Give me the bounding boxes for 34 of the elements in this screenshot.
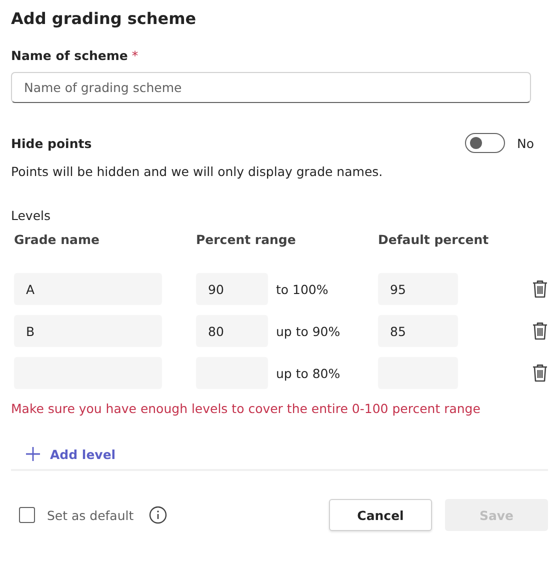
delete-button[interactable] <box>530 362 550 384</box>
input-field[interactable]: Name of grading scheme <box>11 72 531 103</box>
delete-button[interactable] <box>530 320 550 342</box>
plus-icon <box>25 446 41 462</box>
column-header: Grade name <box>14 232 100 247</box>
grade-name-field[interactable]: A <box>14 273 162 305</box>
range-text: to 100% <box>276 282 328 296</box>
column-header: Percent range <box>196 232 297 247</box>
info-icon <box>148 506 167 524</box>
trash-icon <box>531 321 549 341</box>
field-label: Hide points <box>11 136 92 150</box>
checkbox[interactable] <box>19 507 35 523</box>
checkbox-label: Set as default <box>47 508 134 522</box>
grade-name-field[interactable]: B <box>14 315 162 347</box>
add-level-button[interactable]: Add level <box>25 446 116 462</box>
error-message: Make sure you have enough levels to cover the entire 0-100 percent range <box>11 401 482 416</box>
default-percent-field[interactable]: 95 <box>378 273 458 305</box>
delete-button[interactable] <box>530 278 550 300</box>
section-label: Levels <box>11 208 52 223</box>
range-text: up to 90% <box>276 324 340 338</box>
column-header: Default percent <box>378 232 488 247</box>
toggle-label: No <box>517 136 534 150</box>
cancel-button[interactable]: Cancel <box>329 499 432 531</box>
percent-field[interactable]: 80 <box>196 315 268 347</box>
trash-icon <box>531 279 549 299</box>
toggle-switch[interactable] <box>465 133 505 153</box>
description-text: Points will be hidden and we will only display grade names. <box>11 164 384 179</box>
default-percent-field[interactable]: 85 <box>378 315 458 347</box>
required-mark: * <box>132 48 138 63</box>
percent-field[interactable]: 90 <box>196 273 268 305</box>
field-label: Name of scheme <box>11 48 128 63</box>
trash-icon <box>531 363 549 383</box>
range-text: up to 80% <box>276 366 340 380</box>
dialog-title: Add grading scheme <box>11 9 198 28</box>
